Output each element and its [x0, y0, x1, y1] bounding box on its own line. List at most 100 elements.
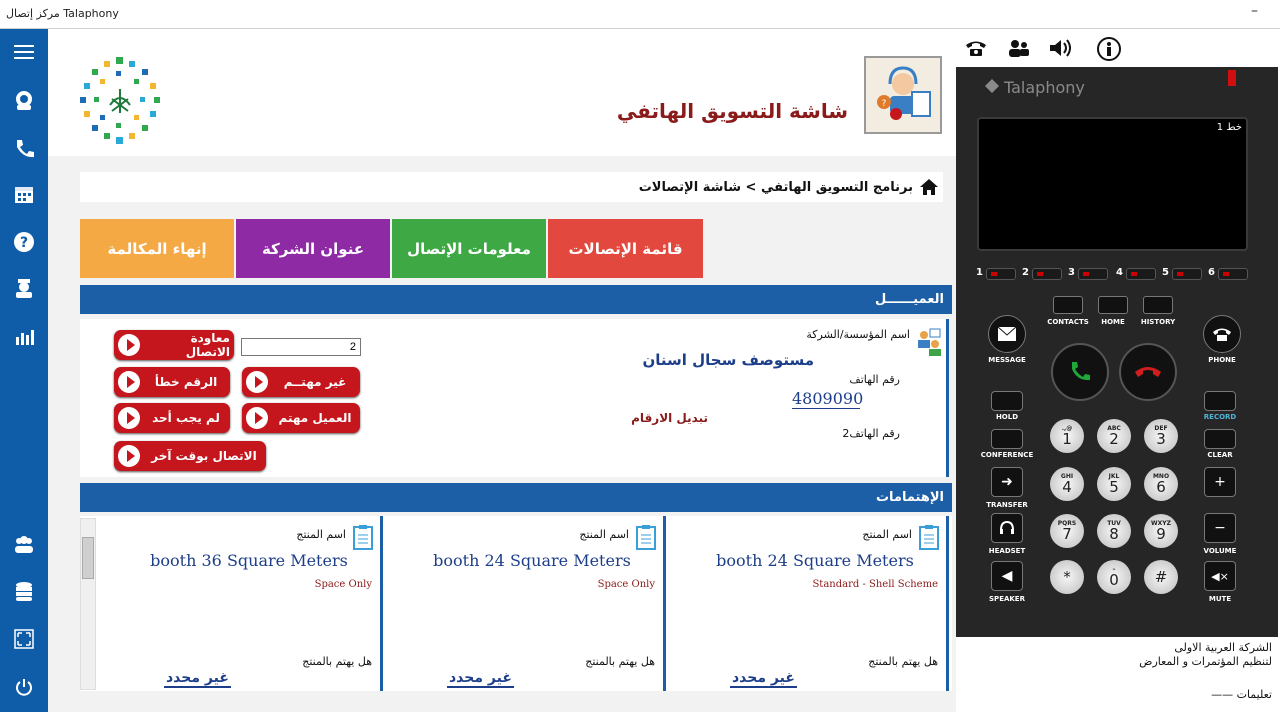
- power-icon[interactable]: [9, 672, 39, 702]
- mute-button[interactable]: ◀×: [1204, 561, 1236, 591]
- product-subtitle: Standard - Shell Scheme: [812, 579, 938, 590]
- menu-icon[interactable]: [9, 37, 39, 67]
- phone-label: رقم الهاتف: [849, 373, 900, 386]
- line-key[interactable]: [1078, 268, 1108, 280]
- notes-label[interactable]: تعليمات ——: [1211, 688, 1272, 701]
- clear-button[interactable]: [1204, 429, 1236, 449]
- reports-icon[interactable]: [9, 321, 39, 351]
- call-button[interactable]: [1051, 343, 1109, 401]
- line-key[interactable]: [986, 268, 1016, 280]
- key-5[interactable]: JKL 5: [1097, 467, 1131, 501]
- key-digit: 5: [1109, 477, 1119, 496]
- volume-down-button[interactable]: −: [1204, 513, 1236, 543]
- button-label: الاتصال بوقت آخر: [151, 449, 257, 463]
- key-0[interactable]: –0: [1097, 560, 1131, 594]
- interest-question: هل يهتم بالمنتج: [302, 655, 372, 668]
- key-8[interactable]: TUV 8: [1097, 514, 1131, 548]
- line-key[interactable]: [1126, 268, 1156, 280]
- key-6[interactable]: MNO 6: [1144, 467, 1178, 501]
- wrong-number-button[interactable]: الرقم خطأ: [114, 367, 230, 397]
- phone-number-link[interactable]: 4809090: [792, 389, 863, 409]
- key-digit: 2: [1109, 429, 1119, 448]
- interests-scrollbar[interactable]: [80, 518, 96, 690]
- tab-company-address[interactable]: عنوان الشركة: [236, 219, 390, 278]
- not-interested-button[interactable]: غير مهتــم: [242, 367, 360, 397]
- arrow-right-icon: ➜: [1001, 474, 1013, 490]
- message-button[interactable]: [988, 315, 1026, 353]
- key-star[interactable]: *: [1050, 560, 1084, 594]
- interest-status[interactable]: غير محدد: [447, 670, 514, 688]
- line-key[interactable]: [1032, 268, 1062, 280]
- users-icon[interactable]: [9, 529, 39, 559]
- envelope-icon: [998, 327, 1016, 341]
- phone-icon[interactable]: [9, 133, 39, 163]
- title-bar: مركز إتصال Talaphony –: [0, 0, 1280, 29]
- help-icon[interactable]: ?: [9, 227, 39, 257]
- phone-button[interactable]: [1203, 315, 1241, 353]
- key-4[interactable]: GHI 4: [1050, 467, 1084, 501]
- key-digit: 7: [1062, 524, 1072, 543]
- swap-numbers-link[interactable]: تبديل الارقام: [631, 411, 708, 425]
- key-digit: 1: [1062, 429, 1072, 448]
- contacts-icon[interactable]: [1008, 38, 1030, 58]
- volume-up-button[interactable]: +: [1204, 467, 1236, 497]
- section-title: العميــــــل: [875, 292, 944, 307]
- call-later-button[interactable]: الاتصال بوقت آخر: [114, 441, 266, 471]
- key-7[interactable]: PQRS 7: [1050, 514, 1084, 548]
- line-key[interactable]: [1218, 268, 1248, 280]
- window-title: مركز إتصال Talaphony: [6, 7, 119, 20]
- tab-contact-info[interactable]: معلومات الإتصال: [392, 219, 546, 278]
- product-label: اسم المنتج: [579, 528, 629, 541]
- history-softkey[interactable]: [1143, 296, 1173, 314]
- interested-button[interactable]: العميل مهتم: [242, 403, 360, 433]
- agent-icon[interactable]: [9, 85, 39, 115]
- info-icon[interactable]: [1096, 36, 1122, 62]
- callback-button[interactable]: معاودة الاتصال: [114, 330, 234, 360]
- contacts-softkey[interactable]: [1053, 296, 1083, 314]
- line-key[interactable]: [1172, 268, 1202, 280]
- record-button[interactable]: [1204, 391, 1236, 411]
- key-2[interactable]: ABC 2: [1097, 419, 1131, 453]
- customer-panel: اسم المؤسسة/الشركة مستوصف سجال اسنان رقم…: [80, 319, 949, 477]
- status-led: [1228, 70, 1236, 86]
- message-label: MESSAGE: [988, 356, 1026, 364]
- product-subtitle: Space Only: [314, 579, 372, 590]
- interest-status[interactable]: غير محدد: [164, 670, 231, 688]
- hold-button[interactable]: [991, 391, 1023, 411]
- interest-question: هل يهتم بالمنتج: [585, 655, 655, 668]
- speaker-button[interactable]: ◀: [991, 561, 1023, 591]
- speaker-icon: ◀: [1001, 568, 1013, 584]
- speaker-volume-icon[interactable]: [1048, 37, 1074, 59]
- home-icon[interactable]: [919, 178, 939, 196]
- key-digit: 0: [1109, 570, 1119, 589]
- clear-label: CLEAR: [1207, 451, 1233, 459]
- product-label: اسم المنتج: [862, 528, 912, 541]
- telephone-icon[interactable]: [964, 38, 988, 58]
- fullscreen-icon[interactable]: [9, 624, 39, 654]
- database-icon[interactable]: [9, 577, 39, 607]
- key-hash[interactable]: #: [1144, 560, 1178, 594]
- hangup-icon: [1135, 367, 1161, 377]
- call-counter-input[interactable]: [241, 338, 361, 356]
- headset-button[interactable]: [991, 513, 1023, 543]
- key-1[interactable]: .,@ 1: [1050, 419, 1084, 453]
- home-softkey[interactable]: [1098, 296, 1128, 314]
- minimize-button[interactable]: –: [1251, 3, 1258, 19]
- interest-status[interactable]: غير محدد: [730, 670, 797, 688]
- tab-end-call[interactable]: إنهاء المكالمة: [80, 219, 234, 278]
- hangup-button[interactable]: [1119, 343, 1177, 401]
- transfer-button[interactable]: ➜: [991, 467, 1023, 497]
- tab-contact-list[interactable]: قائمة الإتصالات: [548, 219, 703, 278]
- button-label: العميل مهتم: [278, 411, 352, 425]
- key-3[interactable]: DEF 3: [1144, 419, 1178, 453]
- conference-button[interactable]: [991, 429, 1023, 449]
- product-title: booth 24 Square Meters: [433, 551, 631, 570]
- contact-card-icon: [916, 327, 942, 357]
- company-info: الشركة العربية الاولى لتنظيم المؤتمرات و…: [956, 637, 1280, 712]
- calendar-icon[interactable]: [9, 179, 39, 209]
- no-answer-button[interactable]: لم يجب أحد: [114, 403, 230, 433]
- supervisor-icon[interactable]: [9, 273, 39, 303]
- play-icon: [118, 445, 140, 467]
- key-9[interactable]: WXYZ 9: [1144, 514, 1178, 548]
- headset-icon: [1000, 520, 1014, 534]
